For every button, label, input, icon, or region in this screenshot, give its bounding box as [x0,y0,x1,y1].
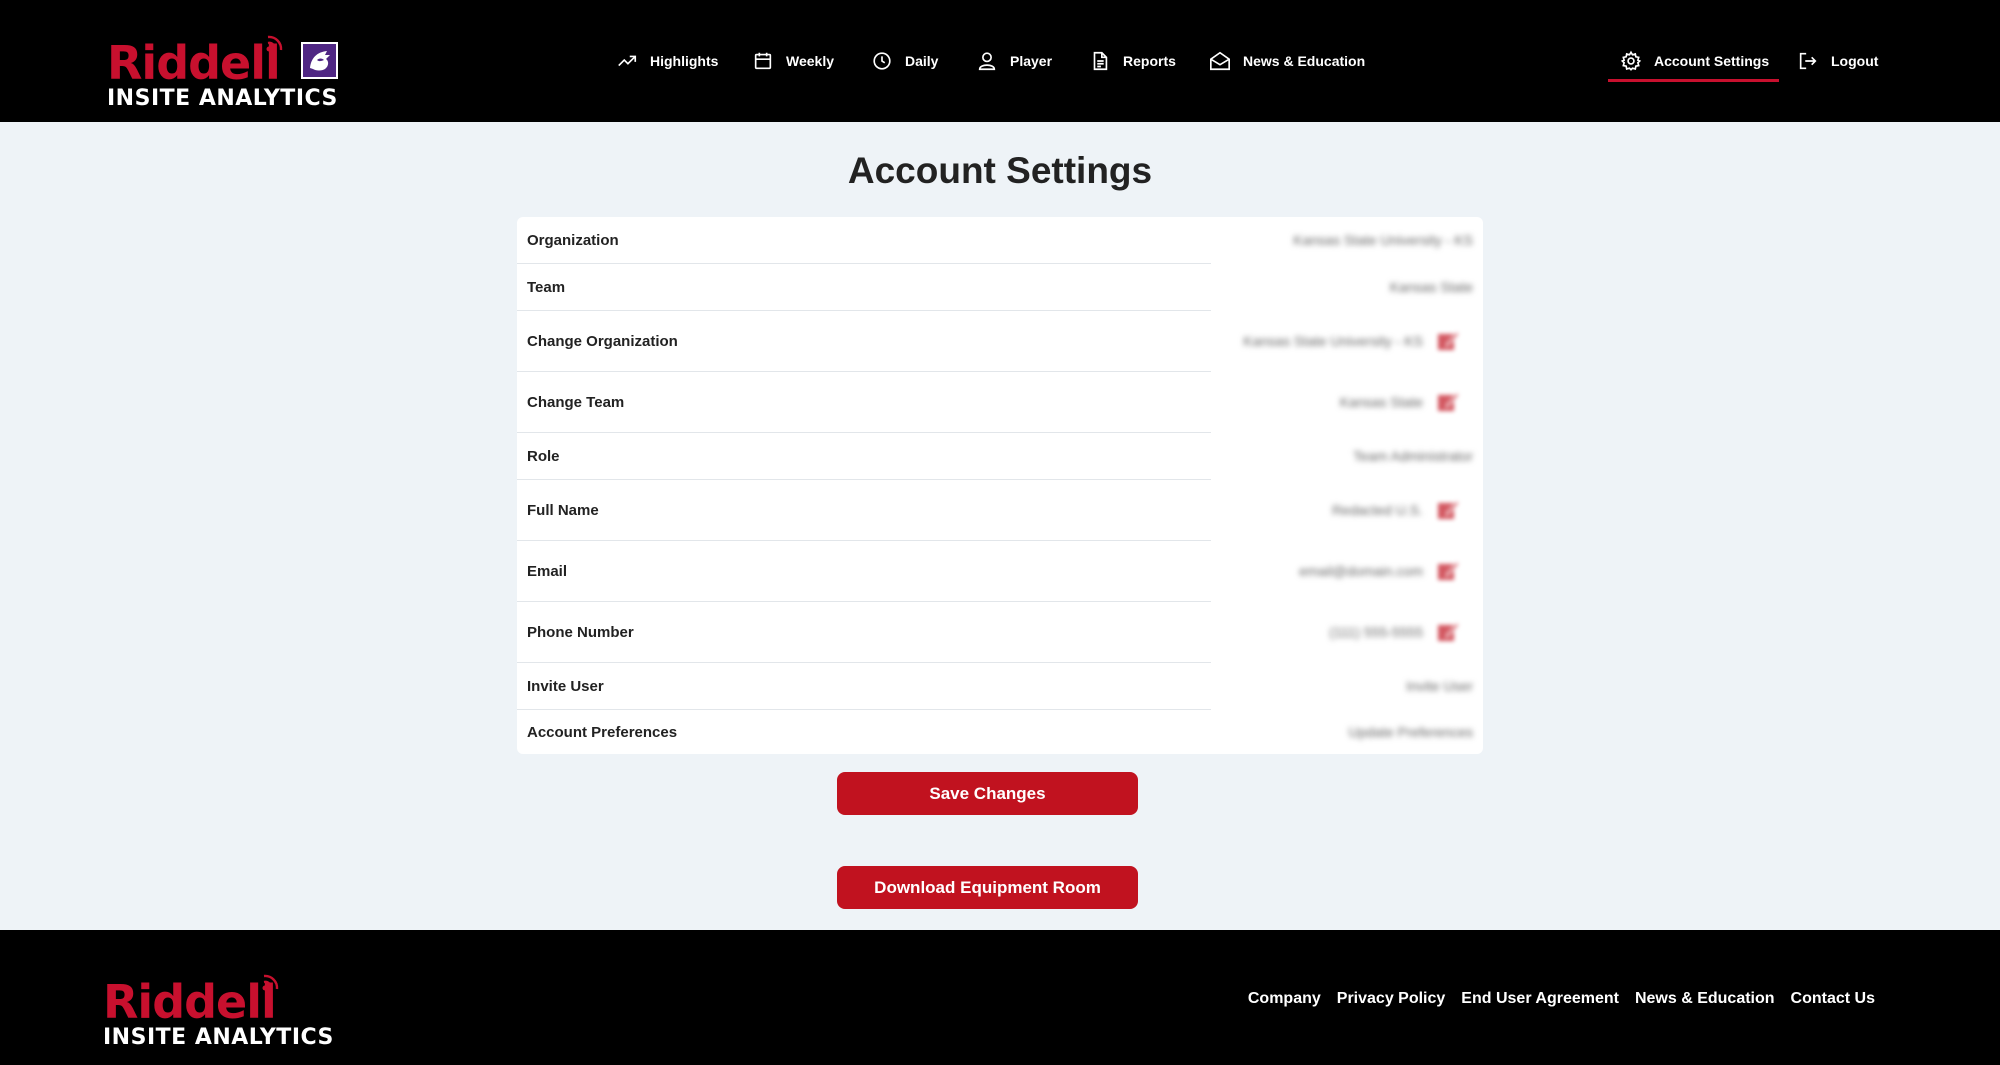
footer: Riddell INSITE ANALYTICS Company Privacy… [0,930,2000,1065]
settings-row-change-team: Change Team Kansas State [517,372,1483,432]
nav-reports-label: Reports [1123,53,1176,69]
nav-news-education[interactable]: News & Education [1209,0,1365,122]
nav-highlights[interactable]: Highlights [616,0,718,122]
logout-icon [1799,52,1817,70]
edit-icon[interactable] [1435,497,1461,523]
role-label: Role [527,447,560,465]
account-preferences-label: Account Preferences [527,723,678,741]
nav-logout-label: Logout [1831,53,1879,69]
phone-number-value: (111) 555-5555 [1329,624,1423,640]
top-navigation-bar: Riddell INSITE ANALYTICS Highlights Week… [0,0,2000,122]
edit-icon[interactable] [1435,619,1461,645]
footer-link-end-user-agreement[interactable]: End User Agreement [1461,990,1619,1008]
download-equipment-room-button[interactable]: Download Equipment Room [837,866,1138,909]
calendar-icon [754,52,772,70]
page-title: Account Settings [847,150,1153,191]
nav-account-settings-label: Account Settings [1654,53,1770,69]
invite-user-link[interactable]: Invite User [1406,678,1473,694]
user-icon [978,52,996,71]
settings-row-invite-user: Invite User Invite User [517,663,1483,709]
phone-number-label: Phone Number [527,623,634,641]
nav-player-label: Player [1010,53,1053,69]
edit-icon[interactable] [1435,558,1461,584]
footer-links: Company Privacy Policy End User Agreemen… [1248,990,1875,1008]
gear-icon [1620,50,1642,71]
change-team-label: Change Team [527,393,625,411]
nav-highlights-label: Highlights [650,53,719,69]
nav-weekly-label: Weekly [786,53,834,69]
signal-waves-icon [266,35,283,52]
account-settings-card: Organization Kansas State University - K… [517,217,1483,754]
settings-row-phone-number: Phone Number (111) 555-5555 [517,602,1483,662]
settings-row-change-organization: Change Organization Kansas State Univers… [517,311,1483,371]
role-value: Team Administrator [1353,448,1473,464]
footer-brand-name: Riddell [103,975,277,1029]
nav-news-education-label: News & Education [1243,53,1366,69]
edit-icon[interactable] [1435,328,1461,354]
invite-user-label: Invite User [527,677,604,695]
footer-link-contact-us[interactable]: Contact Us [1791,990,1875,1008]
footer-riddell-logo[interactable]: Riddell INSITE ANALYTICS [103,974,334,1050]
nav-daily[interactable]: Daily [871,0,938,122]
organization-value: Kansas State University - KS [1293,232,1473,248]
settings-row-role: Role Team Administrator [517,433,1483,479]
trend-up-icon [618,55,637,67]
team-label: Team [527,278,566,296]
organization-label: Organization [527,231,619,249]
change-organization-label: Change Organization [527,332,678,350]
document-icon [1093,51,1108,71]
nav-account-settings[interactable]: Account Settings [1607,0,1780,122]
email-value: email@domain.com [1299,563,1423,579]
settings-row-account-preferences: Account Preferences Update Preferences [517,710,1483,754]
change-team-value: Kansas State [1339,394,1423,410]
full-name-value: Redacted U.S. [1331,502,1423,518]
footer-link-privacy-policy[interactable]: Privacy Policy [1337,990,1446,1008]
clock-icon [873,52,891,70]
settings-row-full-name: Full Name Redacted U.S. [517,480,1483,540]
signal-waves-icon [262,974,279,991]
settings-row-organization: Organization Kansas State University - K… [517,217,1483,263]
footer-brand-tagline: INSITE ANALYTICS [103,1025,334,1050]
email-label: Email [527,562,568,580]
nav-reports[interactable]: Reports [1089,0,1176,122]
save-changes-button[interactable]: Save Changes [837,772,1138,815]
brand-tagline: INSITE ANALYTICS [107,86,338,111]
nav-daily-label: Daily [905,53,939,69]
nav-weekly[interactable]: Weekly [752,0,834,122]
account-preferences-link[interactable]: Update Preferences [1348,724,1473,740]
settings-row-team: Team Kansas State [517,264,1483,310]
team-value: Kansas State [1389,279,1473,295]
settings-row-email: Email email@domain.com [517,541,1483,601]
edit-icon[interactable] [1435,389,1461,415]
nav-player[interactable]: Player [976,0,1052,122]
footer-link-company[interactable]: Company [1248,990,1321,1008]
footer-link-news-education[interactable]: News & Education [1635,990,1775,1008]
full-name-label: Full Name [527,501,599,519]
mail-open-icon [1210,51,1230,71]
nav-logout[interactable]: Logout [1797,0,1878,122]
team-logo-wildcat-icon[interactable] [301,42,338,79]
change-organization-value: Kansas State University - KS [1243,333,1423,349]
